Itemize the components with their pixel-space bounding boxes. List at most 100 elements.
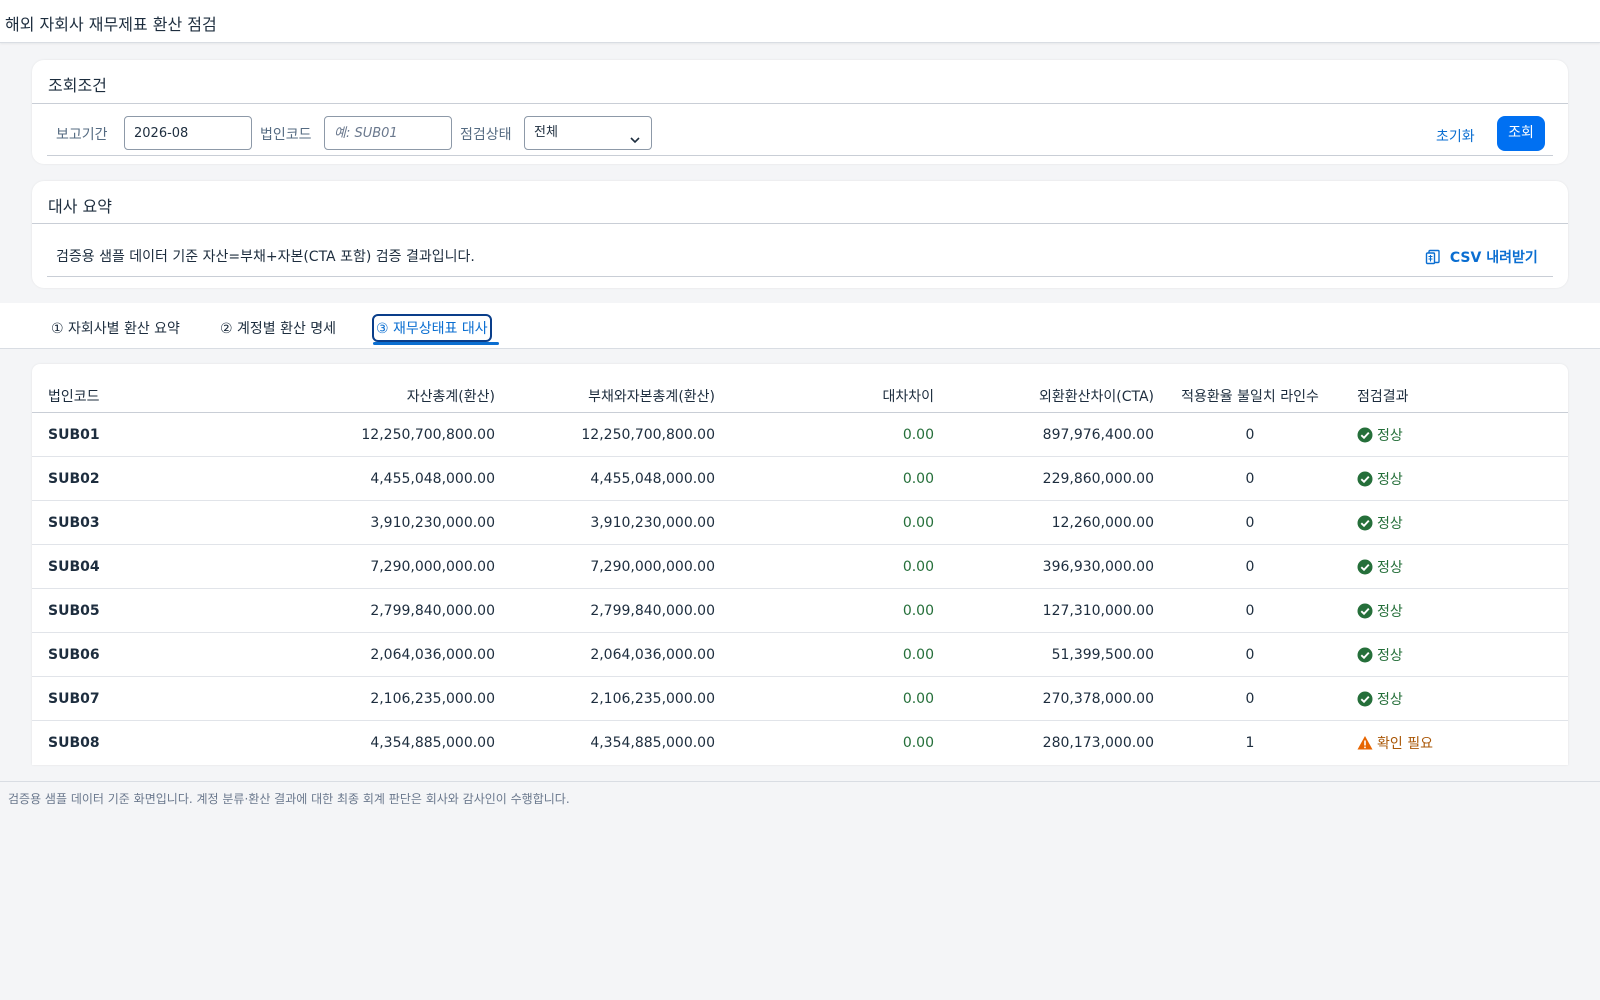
result-label: 정상 [1377,692,1403,708]
cta-cell: 127,310,000.00 [1042,603,1154,619]
total-assets-cell: 2,064,036,000.00 [370,647,495,663]
difference-cell: 0.00 [902,691,934,707]
cta-cell: 897,976,400.00 [1042,427,1154,443]
cta-cell: 12,260,000.00 [1051,515,1154,531]
divider [47,276,1553,277]
difference-cell: 0.00 [902,735,934,751]
mismatch-count-cell: 0 [1245,471,1255,487]
col-header-mismatch-count: 적용환율 불일치 라인수 [1181,389,1319,405]
cta-cell: 270,378,000.00 [1042,691,1154,707]
result-label: 정상 [1377,604,1403,620]
status-select-value: 전체 [534,125,558,140]
divider [47,155,1553,156]
app-header: 해외 자회사 재무제표 환산 점검 [0,0,1600,43]
total-liab-equity-cell: 2,064,036,000.00 [590,647,715,663]
col-header-cta: 외환환산차이(CTA) [1038,389,1154,405]
result-label: 정상 [1377,516,1403,532]
entity-code-cell: SUB01 [48,427,100,443]
tab-bar: ① 자회사별 환산 요약 ② 계정별 환산 명세 ③ 재무상태표 대사 [0,303,1600,349]
table-row[interactable]: SUB04 7,290,000,000.00 7,290,000,000.00 0.0… [32,544,1568,589]
status-select[interactable]: 전체 [524,116,652,150]
result-cell: 정상 [1357,469,1403,489]
mismatch-count-cell: 1 [1245,735,1255,751]
check-circle-icon [1357,647,1373,663]
total-liab-equity-cell: 4,354,885,000.00 [590,735,715,751]
reset-button[interactable]: 초기화 [1436,126,1475,146]
entity-code-input[interactable] [324,116,452,150]
tab-subsidiary-summary[interactable]: ① 자회사별 환산 요약 [51,318,180,338]
result-cell: 정상 [1357,645,1403,665]
check-circle-icon [1357,691,1373,707]
total-liab-equity-cell: 2,799,840,000.00 [590,603,715,619]
search-button[interactable]: 조회 [1497,116,1545,151]
col-header-total-liab-equity: 부채와자본총계(환산) [588,389,715,405]
divider [32,223,1568,224]
difference-cell: 0.00 [902,427,934,443]
table-row[interactable]: SUB07 2,106,235,000.00 2,106,235,000.00 0.0… [32,676,1568,721]
total-liab-equity-cell: 12,250,700,800.00 [581,427,715,443]
entity-code-cell: SUB08 [48,735,100,751]
result-cell: 정상 [1357,513,1403,533]
total-assets-cell: 2,106,235,000.00 [370,691,495,707]
mismatch-count-cell: 0 [1245,603,1255,619]
tab-account-detail[interactable]: ② 계정별 환산 명세 [220,318,336,338]
summary-panel-title: 대사 요약 [48,197,112,216]
period-label: 보고기간 [56,127,108,143]
total-assets-cell: 4,455,048,000.00 [370,471,495,487]
mismatch-count-cell: 0 [1245,691,1255,707]
mismatch-count-cell: 0 [1245,427,1255,443]
filter-panel-title: 조회조건 [48,76,107,95]
total-assets-cell: 2,799,840,000.00 [370,603,495,619]
summary-panel: 대사 요약 [32,181,1568,288]
result-label: 정상 [1377,472,1403,488]
cta-cell: 51,399,500.00 [1051,647,1154,663]
difference-cell: 0.00 [902,471,934,487]
col-header-result: 점검결과 [1357,389,1409,405]
col-header-total-assets: 자산총계(환산) [406,389,495,405]
spreadsheet-icon [1425,249,1450,266]
entity-code-cell: SUB03 [48,515,100,531]
result-cell: 정상 [1357,557,1403,577]
col-header-difference: 대차차이 [882,389,934,405]
table-row[interactable]: SUB08 4,354,885,000.00 4,354,885,000.00 0.0… [32,720,1568,765]
recon-table: 법인코드 자산총계(환산) 부채와자본총계(환산) 대차차이 외환환산차이(CT… [32,364,1568,765]
summary-text: 검증용 샘플 데이터 기준 자산=부채+자본(CTA 포함) 검증 결과입니다. [56,249,475,265]
check-circle-icon [1357,427,1373,443]
check-circle-icon [1357,515,1373,531]
total-liab-equity-cell: 3,910,230,000.00 [590,515,715,531]
mismatch-count-cell: 0 [1245,647,1255,663]
active-tab-indicator [373,342,499,345]
status-label: 점검상태 [460,127,512,143]
entity-code-cell: SUB02 [48,471,100,487]
chevron-down-icon [629,127,641,159]
divider [32,103,1568,104]
csv-download-label: CSV 내려받기 [1449,250,1538,266]
entity-code-cell: SUB05 [48,603,100,619]
entity-code-cell: SUB04 [48,559,100,575]
entity-code-cell: SUB07 [48,691,100,707]
filter-panel: 조회조건 [32,60,1568,164]
table-row[interactable]: SUB05 2,799,840,000.00 2,799,840,000.00 0.0… [32,588,1568,633]
table-row[interactable]: SUB02 4,455,048,000.00 4,455,048,000.00 0.0… [32,456,1568,501]
tab-balance-sheet-recon[interactable]: ③ 재무상태표 대사 [372,314,492,342]
table-row[interactable]: SUB03 3,910,230,000.00 3,910,230,000.00 0.0… [32,500,1568,545]
result-label: 정상 [1377,648,1403,664]
table-row[interactable]: SUB01 12,250,700,800.00 12,250,700,800.00 0… [32,412,1568,457]
mismatch-count-cell: 0 [1245,559,1255,575]
col-header-entity-code: 법인코드 [48,389,100,405]
cta-cell: 396,930,000.00 [1042,559,1154,575]
period-input[interactable] [124,116,252,150]
footer-divider [0,781,1600,782]
csv-download-button[interactable]: CSV 내려받기 [1425,247,1538,267]
difference-cell: 0.00 [902,647,934,663]
result-cell: 정상 [1357,425,1403,445]
app-title: 해외 자회사 재무제표 환산 점검 [5,15,217,34]
check-circle-icon [1357,471,1373,487]
total-assets-cell: 7,290,000,000.00 [370,559,495,575]
table-row[interactable]: SUB06 2,064,036,000.00 2,064,036,000.00 0.0… [32,632,1568,677]
result-label: 확인 필요 [1377,736,1433,752]
entity-code-cell: SUB06 [48,647,100,663]
check-circle-icon [1357,603,1373,619]
total-liab-equity-cell: 2,106,235,000.00 [590,691,715,707]
difference-cell: 0.00 [902,559,934,575]
